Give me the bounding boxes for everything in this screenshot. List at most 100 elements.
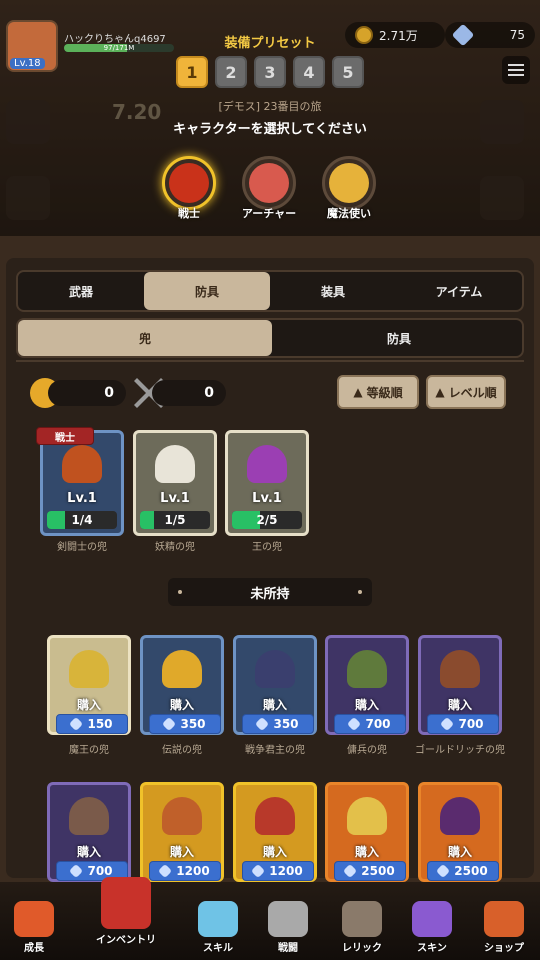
buy-helmet-card[interactable]: 購入 700 <box>325 635 409 735</box>
preset-button-3[interactable]: 3 <box>254 56 286 88</box>
skill-icon <box>198 901 238 937</box>
unowned-header: 未所持 <box>168 578 372 606</box>
upgrade-progress-text: 1/5 <box>164 513 186 527</box>
preset-button-4[interactable]: 4 <box>293 56 325 88</box>
helmet-name: 伝説の兜 <box>162 745 202 756</box>
subcategory-tabs: 兜防具 <box>16 318 524 358</box>
helmet-level: Lv.1 <box>252 491 282 506</box>
price-tag[interactable]: 350 <box>242 714 314 734</box>
owned-helmet-card[interactable]: Lv.1 2/5 <box>225 430 309 536</box>
character-label: 魔法使い <box>327 207 371 220</box>
price-tag[interactable]: 150 <box>56 714 128 734</box>
buy-helmet-card[interactable]: 購入 150 <box>47 635 131 735</box>
inventory-icon <box>101 877 151 929</box>
price-tag[interactable]: 2500 <box>334 861 406 881</box>
nav-inventory[interactable]: インベントリ <box>92 866 160 946</box>
buy-label: 購入 <box>76 845 101 859</box>
price-amount: 700 <box>365 717 391 731</box>
helmet-name: 戦争君主の兜 <box>245 745 305 756</box>
gem-icon <box>158 863 173 879</box>
helmet-icon <box>255 650 295 688</box>
nav-relic[interactable]: レリック <box>330 890 394 954</box>
helmet-icon <box>155 445 195 483</box>
character-select-3[interactable] <box>322 156 376 210</box>
helmet-icon <box>440 797 480 835</box>
sort-grade-label: 等級順 <box>366 385 403 400</box>
owned-helmet-card[interactable]: Lv.1 1/4 <box>40 430 124 536</box>
buy-label: 購入 <box>169 698 194 712</box>
nav-battle[interactable]: 戦闘 <box>256 890 320 954</box>
price-tag[interactable]: 700 <box>427 714 499 734</box>
character-select-2[interactable] <box>242 156 296 210</box>
subtab-1[interactable]: 防具 <box>272 320 526 356</box>
select-character-prompt: キャラクターを選択してください <box>173 122 367 137</box>
nav-label: 戦闘 <box>278 943 298 954</box>
helmet-icon <box>62 445 102 483</box>
preset-button-5[interactable]: 5 <box>332 56 364 88</box>
upgrade-progress-text: 2/5 <box>256 513 278 527</box>
price-amount: 2500 <box>361 864 395 878</box>
buy-label: 購入 <box>262 845 287 859</box>
nav-label: インベントリ <box>96 935 156 946</box>
shop-icon <box>484 901 524 937</box>
preset-button-1[interactable]: 1 <box>176 56 208 88</box>
skin-icon <box>412 901 452 937</box>
price-tag[interactable]: 350 <box>149 714 221 734</box>
price-tag[interactable]: 2500 <box>427 861 499 881</box>
buy-label: 購入 <box>76 698 101 712</box>
bell-count: 0 <box>48 380 126 406</box>
category-tabs: 武器 防具 装具 アイテム <box>16 270 524 312</box>
gem-icon <box>162 716 177 732</box>
upgrade-progress-text: 1/4 <box>71 513 93 527</box>
unowned-title: 未所持 <box>250 586 290 602</box>
nav-label: スキン <box>417 943 447 954</box>
character-select-1[interactable] <box>162 156 216 210</box>
tab-2[interactable]: 装具 <box>270 272 396 310</box>
buy-helmet-card[interactable]: 購入 350 <box>140 635 224 735</box>
nav-skill[interactable]: スキル <box>186 890 250 954</box>
buy-helmet-card[interactable]: 購入 350 <box>233 635 317 735</box>
gem-icon <box>436 863 451 879</box>
stage-text: [デモス] 23番目の旅 <box>218 100 322 113</box>
owned-helmet-card[interactable]: Lv.1 1/5 <box>133 430 217 536</box>
preset-button-2[interactable]: 2 <box>215 56 247 88</box>
menu-button[interactable] <box>502 56 530 84</box>
character-portrait <box>249 163 289 203</box>
nav-skin[interactable]: スキン <box>400 890 464 954</box>
price-amount: 1200 <box>269 864 303 878</box>
buy-helmet-card[interactable]: 購入 2500 <box>418 782 502 882</box>
buy-helmet-card[interactable]: 購入 1200 <box>233 782 317 882</box>
sort-by-level-button[interactable]: ▲ レベル順 <box>426 375 506 409</box>
price-amount: 1200 <box>176 864 210 878</box>
tab-0[interactable]: 武器 <box>18 272 144 310</box>
helmet-name: 傭兵の兜 <box>347 745 387 756</box>
buy-helmet-card[interactable]: 購入 2500 <box>325 782 409 882</box>
nav-label: レリック <box>342 943 382 954</box>
nav-label: ショップ <box>484 943 524 954</box>
buy-label: 購入 <box>169 845 194 859</box>
helmet-name: 王の兜 <box>252 542 282 553</box>
price-amount: 2500 <box>454 864 488 878</box>
tab-3[interactable]: アイテム <box>396 272 522 310</box>
nav-growth[interactable]: 成長 <box>2 890 66 954</box>
class-tag: 戦士 <box>36 427 94 445</box>
relic-icon <box>342 901 382 937</box>
price-tag[interactable]: 700 <box>334 714 406 734</box>
helmet-icon <box>440 650 480 688</box>
helmet-icon <box>347 650 387 688</box>
buy-helmet-card[interactable]: 購入 700 <box>418 635 502 735</box>
sort-up-icon: ▲ <box>353 385 363 399</box>
price-amount: 150 <box>87 717 113 731</box>
nav-shop[interactable]: ショップ <box>472 890 536 954</box>
sort-by-grade-button[interactable]: ▲ 等級順 <box>337 375 419 409</box>
subtab-0[interactable]: 兜 <box>18 320 272 356</box>
helmet-icon <box>247 445 287 483</box>
helmet-icon <box>69 650 109 688</box>
tab-1[interactable]: 防具 <box>144 272 270 310</box>
gem-icon <box>255 716 270 732</box>
buy-label: 購入 <box>447 845 472 859</box>
divider <box>16 360 524 362</box>
helmet-level: Lv.1 <box>160 491 190 506</box>
nav-label: 成長 <box>24 943 44 954</box>
price-tag[interactable]: 1200 <box>242 861 314 881</box>
